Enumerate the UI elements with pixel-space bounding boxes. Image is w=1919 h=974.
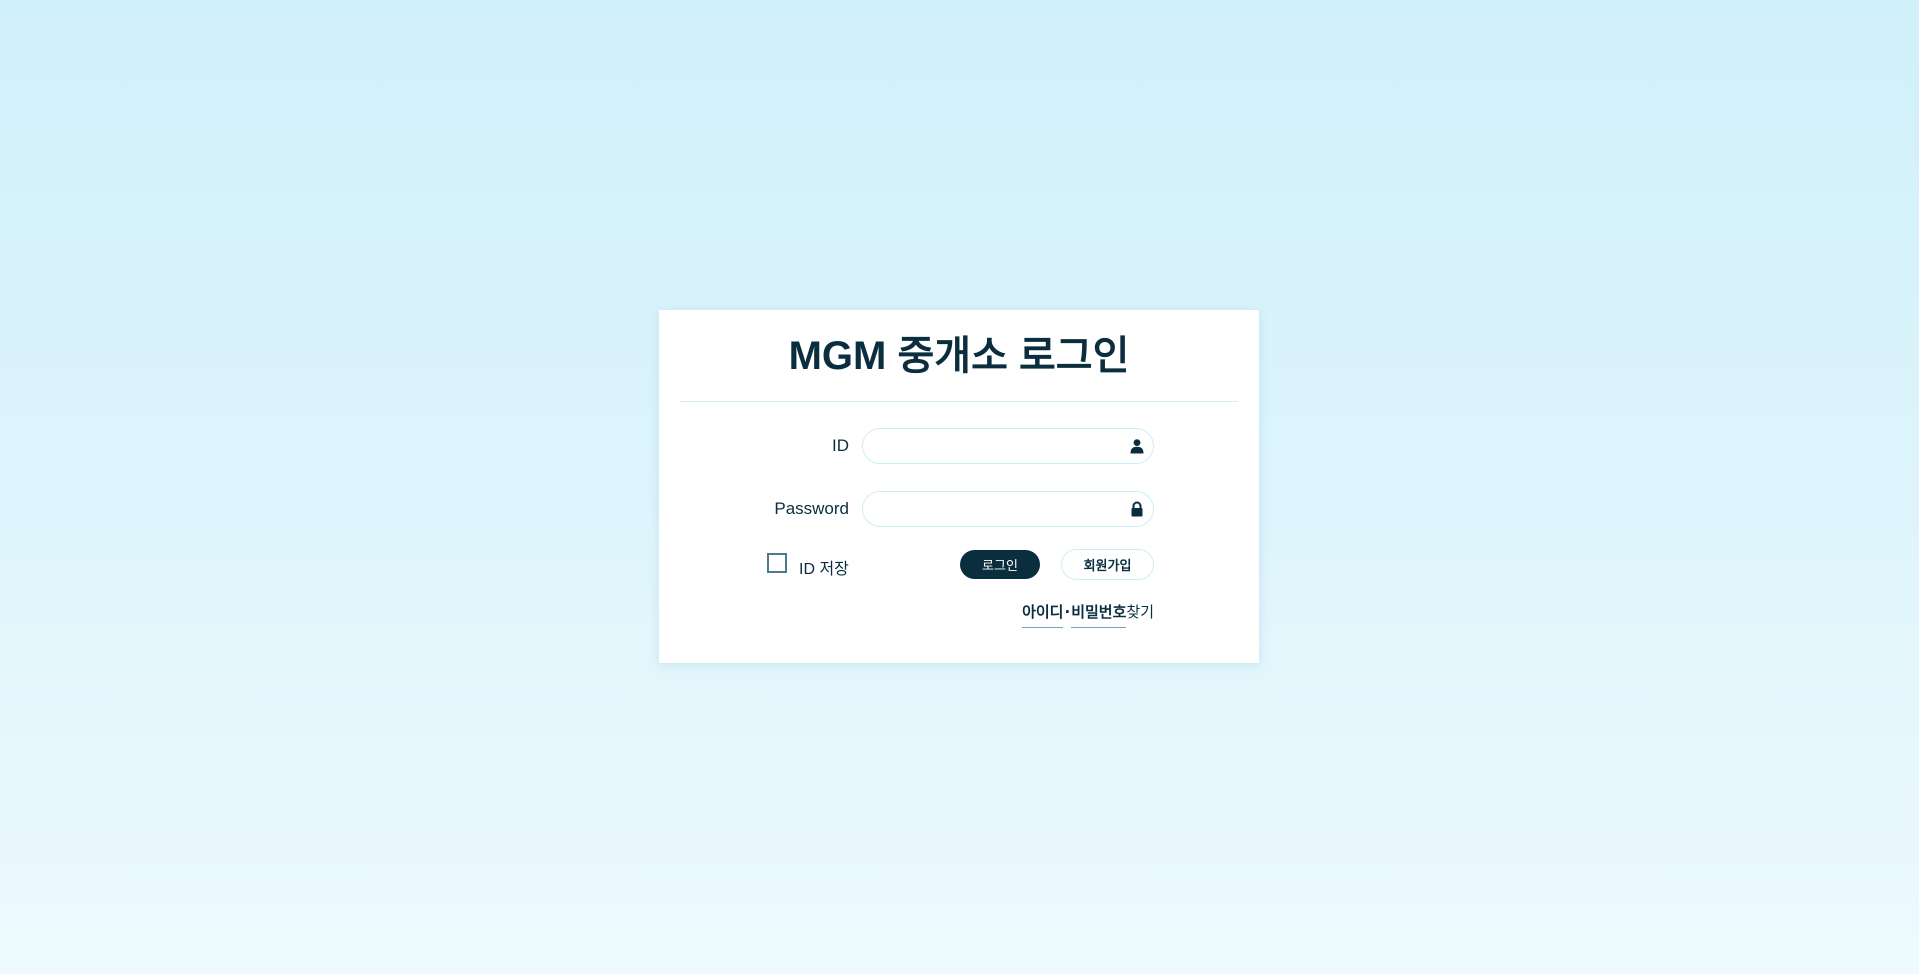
id-label: ID bbox=[832, 436, 849, 455]
id-field-wrapper bbox=[862, 428, 1154, 464]
find-id-text: 아이디 bbox=[1022, 603, 1064, 628]
page-title: MGM 중개소 로그인 bbox=[788, 334, 1130, 378]
password-input[interactable] bbox=[877, 492, 1117, 526]
find-separator: · bbox=[1064, 603, 1071, 621]
find-account-link[interactable]: 아이디·비밀번호찾기 bbox=[1022, 601, 1154, 628]
remember-id-checkbox[interactable] bbox=[767, 553, 787, 573]
login-button[interactable]: 로그인 bbox=[960, 550, 1040, 579]
password-field-wrapper bbox=[862, 491, 1154, 527]
signup-button[interactable]: 회원가입 bbox=[1061, 549, 1154, 580]
password-label: Password bbox=[774, 499, 849, 518]
lock-icon bbox=[1131, 501, 1143, 517]
find-suffix-text: 찾기 bbox=[1126, 603, 1154, 621]
login-card: MGM 중개소 로그인 ID Password ID 저장 로그인 회원가입 아… bbox=[659, 310, 1259, 663]
remember-id-label[interactable]: ID 저장 bbox=[799, 555, 849, 579]
title-divider bbox=[680, 401, 1238, 402]
find-password-text: 비밀번호 bbox=[1071, 603, 1127, 628]
id-input[interactable] bbox=[877, 429, 1117, 463]
user-icon bbox=[1130, 439, 1144, 454]
